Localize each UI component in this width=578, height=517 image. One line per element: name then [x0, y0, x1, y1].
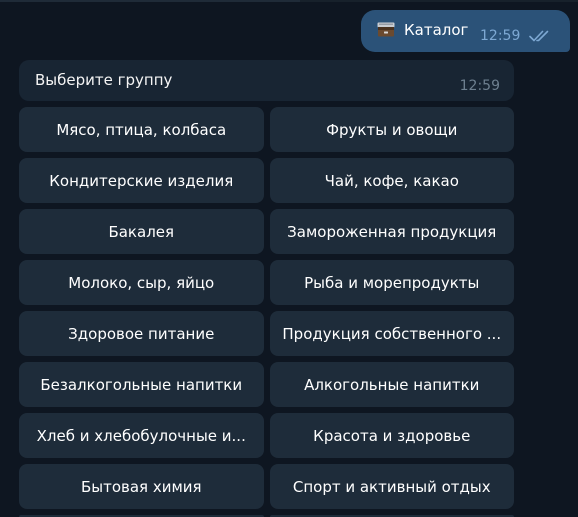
keyboard-button-tea-coffee-cocoa[interactable]: Чай, кофе, какао — [269, 158, 514, 203]
keyboard-button-healthy-food[interactable]: Здоровое питание — [19, 311, 264, 356]
incoming-message-bubble[interactable]: Выберите группу 12:59 — [19, 60, 514, 101]
keyboard-row: Безалкогольные напитки Алкогольные напит… — [19, 362, 514, 407]
double-check-read-icon — [529, 28, 553, 42]
keyboard-button-sport-outdoor[interactable]: Спорт и активный отдых — [269, 464, 514, 509]
keyboard-row: Хлеб и хлебобулочные и... Красота и здор… — [19, 413, 514, 458]
incoming-message-time: 12:59 — [459, 78, 500, 94]
outgoing-message-time: 12:59 — [480, 28, 521, 44]
outgoing-message-bubble[interactable]: Каталог 12:59 — [361, 10, 570, 52]
keyboard-button-grocery[interactable]: Бакалея — [19, 209, 264, 254]
keyboard-button-own-production[interactable]: Продукция собственного ... — [269, 311, 514, 356]
keyboard-row: Молоко, сыр, яйцо Рыба и морепродукты — [19, 260, 514, 305]
keyboard-button-beauty-health[interactable]: Красота и здоровье — [269, 413, 514, 458]
keyboard-button-confectionery[interactable]: Кондитерские изделия — [19, 158, 264, 203]
keyboard-row: Бакалея Замороженная продукция — [19, 209, 514, 254]
keyboard-button-alcoholic-drinks[interactable]: Алкогольные напитки — [269, 362, 514, 407]
keyboard-button-household-chemicals[interactable]: Бытовая химия — [19, 464, 264, 509]
keyboard-row: Кондитерские изделия Чай, кофе, какао — [19, 158, 514, 203]
inline-keyboard: Мясо, птица, колбаса Фрукты и овощи Конд… — [19, 107, 514, 515]
keyboard-button-meat-poultry-sausage[interactable]: Мясо, птица, колбаса — [19, 107, 264, 152]
keyboard-row: Мясо, птица, колбаса Фрукты и овощи — [19, 107, 514, 152]
keyboard-button-frozen-products[interactable]: Замороженная продукция — [269, 209, 514, 254]
keyboard-button-soft-drinks[interactable]: Безалкогольные напитки — [19, 362, 264, 407]
card-file-box-icon — [377, 22, 395, 37]
keyboard-row: Бытовая химия Спорт и активный отдых — [19, 464, 514, 509]
keyboard-button-bread-bakery[interactable]: Хлеб и хлебобулочные и... — [19, 413, 264, 458]
keyboard-row: Здоровое питание Продукция собственного … — [19, 311, 514, 356]
incoming-message-text: Выберите группу — [35, 71, 173, 89]
outgoing-message-text: Каталог — [404, 21, 469, 39]
top-edge-left — [0, 0, 300, 2]
keyboard-button-fish-seafood[interactable]: Рыба и морепродукты — [269, 260, 514, 305]
keyboard-button-fruits-vegetables[interactable]: Фрукты и овощи — [269, 107, 514, 152]
keyboard-button-milk-cheese-eggs[interactable]: Молоко, сыр, яйцо — [19, 260, 264, 305]
